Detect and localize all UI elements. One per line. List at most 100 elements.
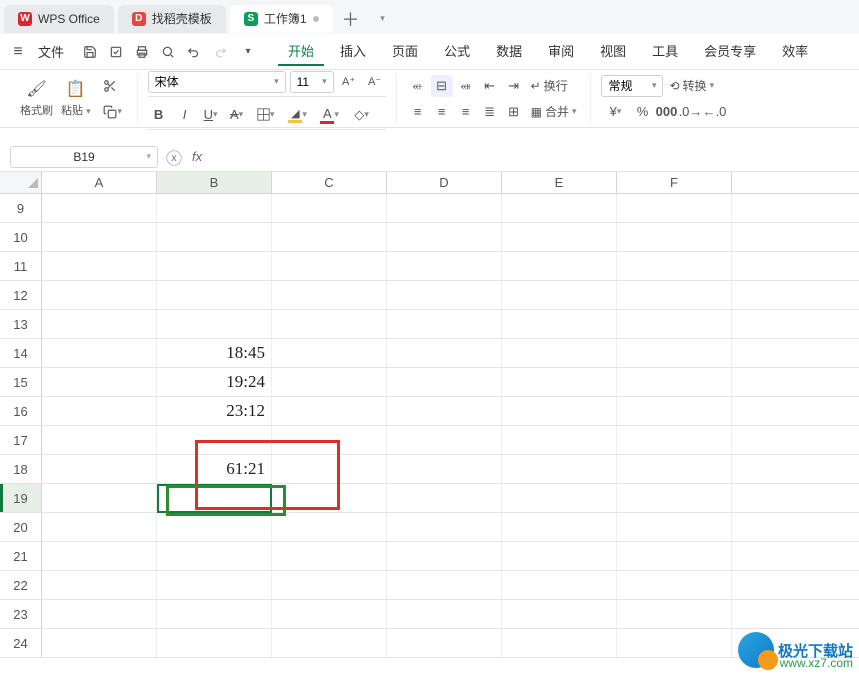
cell-A10[interactable]	[42, 223, 157, 251]
undo-icon[interactable]	[182, 40, 206, 64]
cell-A18[interactable]	[42, 455, 157, 483]
italic-button[interactable]: I	[174, 104, 196, 126]
percent-button[interactable]: %	[631, 101, 653, 123]
row-header-9[interactable]: 9	[0, 194, 42, 222]
cell-D10[interactable]	[387, 223, 502, 251]
comma-button[interactable]: 000	[655, 101, 677, 123]
menu-insert[interactable]: 插入	[330, 37, 376, 66]
cell-C9[interactable]	[272, 194, 387, 222]
cell-B22[interactable]	[157, 571, 272, 599]
cell-D20[interactable]	[387, 513, 502, 541]
cell-D13[interactable]	[387, 310, 502, 338]
convert-button[interactable]: ⟲转换▾	[665, 77, 718, 94]
underline-button[interactable]: U▾	[200, 104, 222, 126]
cell-F13[interactable]	[617, 310, 732, 338]
cell-D12[interactable]	[387, 281, 502, 309]
cell-C11[interactable]	[272, 252, 387, 280]
decrease-font-button[interactable]: A⁻	[364, 71, 386, 93]
cell-B18[interactable]: 61:21	[157, 455, 272, 483]
row-header-15[interactable]: 15	[0, 368, 42, 396]
font-size-select[interactable]: 11▾	[290, 71, 334, 93]
cell-A16[interactable]	[42, 397, 157, 425]
menu-start[interactable]: 开始	[278, 37, 324, 66]
cut-button[interactable]	[99, 75, 121, 97]
cell-F15[interactable]	[617, 368, 732, 396]
menu-view[interactable]: 视图	[590, 37, 636, 66]
cell-E18[interactable]	[502, 455, 617, 483]
col-header-C[interactable]: C	[272, 172, 387, 193]
cell-F11[interactable]	[617, 252, 732, 280]
cell-B10[interactable]	[157, 223, 272, 251]
cell-D22[interactable]	[387, 571, 502, 599]
save-icon[interactable]	[78, 40, 102, 64]
cell-D23[interactable]	[387, 600, 502, 628]
cell-A14[interactable]	[42, 339, 157, 367]
row-header-23[interactable]: 23	[0, 600, 42, 628]
cell-F19[interactable]	[617, 484, 732, 512]
copy-button[interactable]: ▾	[99, 101, 127, 123]
decrease-indent-button[interactable]: ⇤	[479, 75, 501, 97]
row-header-20[interactable]: 20	[0, 513, 42, 541]
justify-button[interactable]: ≣	[479, 101, 501, 123]
cell-E24[interactable]	[502, 629, 617, 657]
cell-A9[interactable]	[42, 194, 157, 222]
cell-A15[interactable]	[42, 368, 157, 396]
col-header-A[interactable]: A	[42, 172, 157, 193]
cell-C20[interactable]	[272, 513, 387, 541]
distribute-button[interactable]: ⊞	[503, 101, 525, 123]
tab-daoke-templates[interactable]: D 找稻壳模板	[118, 5, 226, 33]
number-format-select[interactable]: 常规▾	[601, 75, 663, 97]
cell-C18[interactable]	[272, 455, 387, 483]
hamburger-menu-icon[interactable]: ≡	[6, 40, 30, 64]
cell-A19[interactable]	[42, 484, 157, 512]
col-header-E[interactable]: E	[502, 172, 617, 193]
menu-review[interactable]: 审阅	[538, 37, 584, 66]
row-header-17[interactable]: 17	[0, 426, 42, 454]
wrap-text-button[interactable]: ↵换行	[527, 77, 572, 94]
formula-input[interactable]	[212, 147, 849, 167]
row-header-12[interactable]: 12	[0, 281, 42, 309]
cell-F18[interactable]	[617, 455, 732, 483]
row-header-22[interactable]: 22	[0, 571, 42, 599]
row-header-11[interactable]: 11	[0, 252, 42, 280]
cell-E23[interactable]	[502, 600, 617, 628]
row-header-21[interactable]: 21	[0, 542, 42, 570]
font-family-select[interactable]: 宋体▾	[148, 71, 286, 93]
cell-E14[interactable]	[502, 339, 617, 367]
cell-A22[interactable]	[42, 571, 157, 599]
cell-C17[interactable]	[272, 426, 387, 454]
row-header-16[interactable]: 16	[0, 397, 42, 425]
cell-B16[interactable]: 23:12	[157, 397, 272, 425]
cell-A12[interactable]	[42, 281, 157, 309]
borders-button[interactable]: ▾	[252, 104, 280, 126]
select-all-corner[interactable]	[0, 172, 42, 193]
tab-wps-office[interactable]: W WPS Office	[4, 5, 114, 33]
cell-B24[interactable]	[157, 629, 272, 657]
col-header-B[interactable]: B	[157, 172, 272, 193]
cell-D17[interactable]	[387, 426, 502, 454]
cell-F17[interactable]	[617, 426, 732, 454]
cell-F24[interactable]	[617, 629, 732, 657]
col-header-F[interactable]: F	[617, 172, 732, 193]
redo-icon[interactable]	[208, 40, 232, 64]
row-header-24[interactable]: 24	[0, 629, 42, 657]
cell-E16[interactable]	[502, 397, 617, 425]
cell-B14[interactable]: 18:45	[157, 339, 272, 367]
menu-tools[interactable]: 工具	[642, 37, 688, 66]
menu-member[interactable]: 会员专享	[694, 37, 766, 66]
cell-C19[interactable]	[272, 484, 387, 512]
align-right-button[interactable]: ≡	[455, 101, 477, 123]
row-header-10[interactable]: 10	[0, 223, 42, 251]
cell-E19[interactable]	[502, 484, 617, 512]
cell-F14[interactable]	[617, 339, 732, 367]
cell-E9[interactable]	[502, 194, 617, 222]
increase-indent-button[interactable]: ⇥	[503, 75, 525, 97]
fill-color-button[interactable]: ◢▾	[284, 104, 312, 126]
menu-efficiency[interactable]: 效率	[772, 37, 818, 66]
qat-customize-icon[interactable]: ▾	[236, 40, 260, 64]
align-bottom-button[interactable]: ⬵	[455, 75, 477, 97]
cell-B20[interactable]	[157, 513, 272, 541]
cell-D15[interactable]	[387, 368, 502, 396]
cell-F23[interactable]	[617, 600, 732, 628]
cell-C10[interactable]	[272, 223, 387, 251]
